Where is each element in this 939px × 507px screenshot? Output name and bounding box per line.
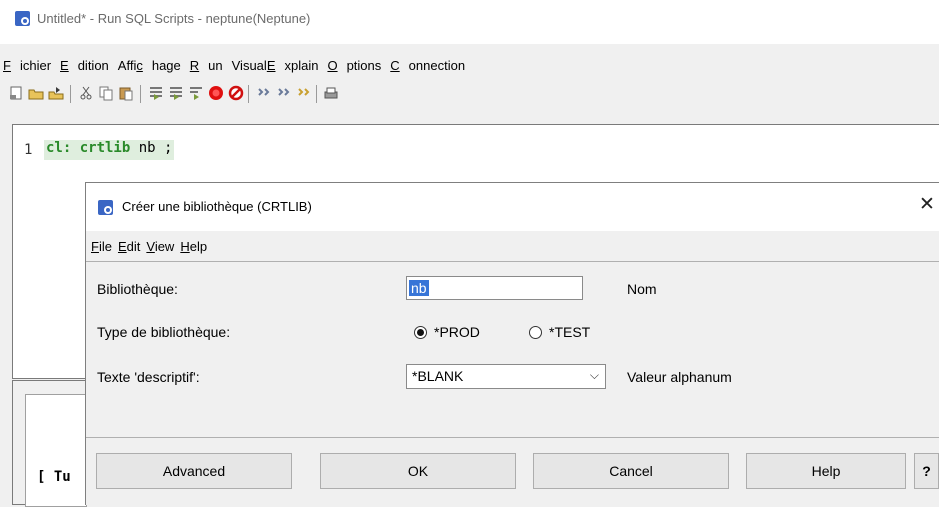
messages-partial-text: [ Tu: [37, 469, 71, 485]
cancel-icon[interactable]: [228, 85, 244, 101]
radio-test-label[interactable]: *TEST: [549, 324, 590, 340]
menu-bar: Fichier Edition Affic hage Run VisualE xpl…: [0, 54, 939, 76]
visual-explain-icon[interactable]: [296, 85, 312, 101]
menu-run[interactable]: Run: [190, 58, 223, 73]
description-label: Texte 'descriptif':: [97, 369, 200, 385]
messages-area[interactable]: [25, 394, 87, 507]
radio-prod-label[interactable]: *PROD: [434, 324, 480, 340]
line-number: 1: [24, 142, 33, 158]
run-from-selected-icon[interactable]: [168, 85, 184, 101]
window-title: Untitled* - Run SQL Scripts - neptune(Ne…: [37, 11, 311, 26]
menu-connection[interactable]: Connection: [390, 58, 465, 73]
library-name-value: nb: [409, 280, 429, 296]
menu-visualexplain[interactable]: VisualE xplain: [232, 58, 319, 73]
description-hint: Valeur alphanum: [627, 369, 732, 385]
code-line-1[interactable]: cl: crtlib nb ;: [44, 140, 175, 160]
question-button[interactable]: ?: [914, 453, 939, 489]
dialog-title: Créer une bibliothèque (CRTLIB): [122, 199, 312, 214]
copy-icon[interactable]: [98, 85, 114, 101]
close-icon[interactable]: ✕: [916, 194, 938, 216]
advanced-button[interactable]: Advanced: [96, 453, 292, 489]
dialog-menu-view[interactable]: View: [146, 239, 174, 254]
menu-options[interactable]: Options: [327, 58, 381, 73]
toolbar-separator: [140, 85, 141, 103]
help-button[interactable]: Help: [746, 453, 906, 489]
run-sql-scripts-app-icon: [15, 11, 30, 26]
cancel-button[interactable]: Cancel: [533, 453, 729, 489]
paste-icon[interactable]: [118, 85, 134, 101]
toolbar-separator: [316, 85, 317, 103]
print-icon[interactable]: [323, 85, 339, 101]
stop-icon[interactable]: [208, 85, 224, 101]
new-icon[interactable]: [8, 85, 24, 101]
cut-icon[interactable]: [78, 85, 94, 101]
ok-button[interactable]: OK: [320, 453, 516, 489]
menu-edition[interactable]: Edition: [60, 58, 109, 73]
library-type-label: Type de bibliothèque:: [97, 324, 231, 340]
radio-test[interactable]: [529, 326, 542, 339]
toolbar-separator: [70, 85, 71, 103]
dialog-menu-bar: File Edit View Help: [86, 236, 213, 256]
code-keyword: cl: crtlib: [46, 140, 131, 156]
dialog-app-icon: [98, 200, 113, 215]
menu-fichier[interactable]: Fichier: [3, 58, 51, 73]
menu-affichage[interactable]: Affic hage: [118, 58, 181, 73]
radio-prod[interactable]: [414, 326, 427, 339]
chevron-down-icon[interactable]: ⌵: [590, 368, 599, 383]
library-name-input[interactable]: nb: [406, 276, 583, 300]
run-all-icon[interactable]: [148, 85, 164, 101]
description-select[interactable]: *BLANK ⌵: [406, 364, 606, 389]
description-value: *BLANK: [412, 368, 464, 384]
save-icon[interactable]: [48, 85, 64, 101]
dialog-menu-file[interactable]: File: [91, 239, 112, 254]
library-label: Bibliothèque:: [97, 281, 178, 297]
dialog-menu-help[interactable]: Help: [180, 239, 207, 254]
library-hint: Nom: [627, 281, 657, 297]
run-selected-icon[interactable]: [188, 85, 204, 101]
toolbar: [0, 79, 939, 109]
code-rest: nb ;: [130, 140, 173, 156]
dialog-menu-edit[interactable]: Edit: [118, 239, 140, 254]
toolbar-separator: [248, 85, 249, 103]
open-icon[interactable]: [28, 85, 44, 101]
explain-icon[interactable]: [256, 85, 272, 101]
run-explain-icon[interactable]: [276, 85, 292, 101]
